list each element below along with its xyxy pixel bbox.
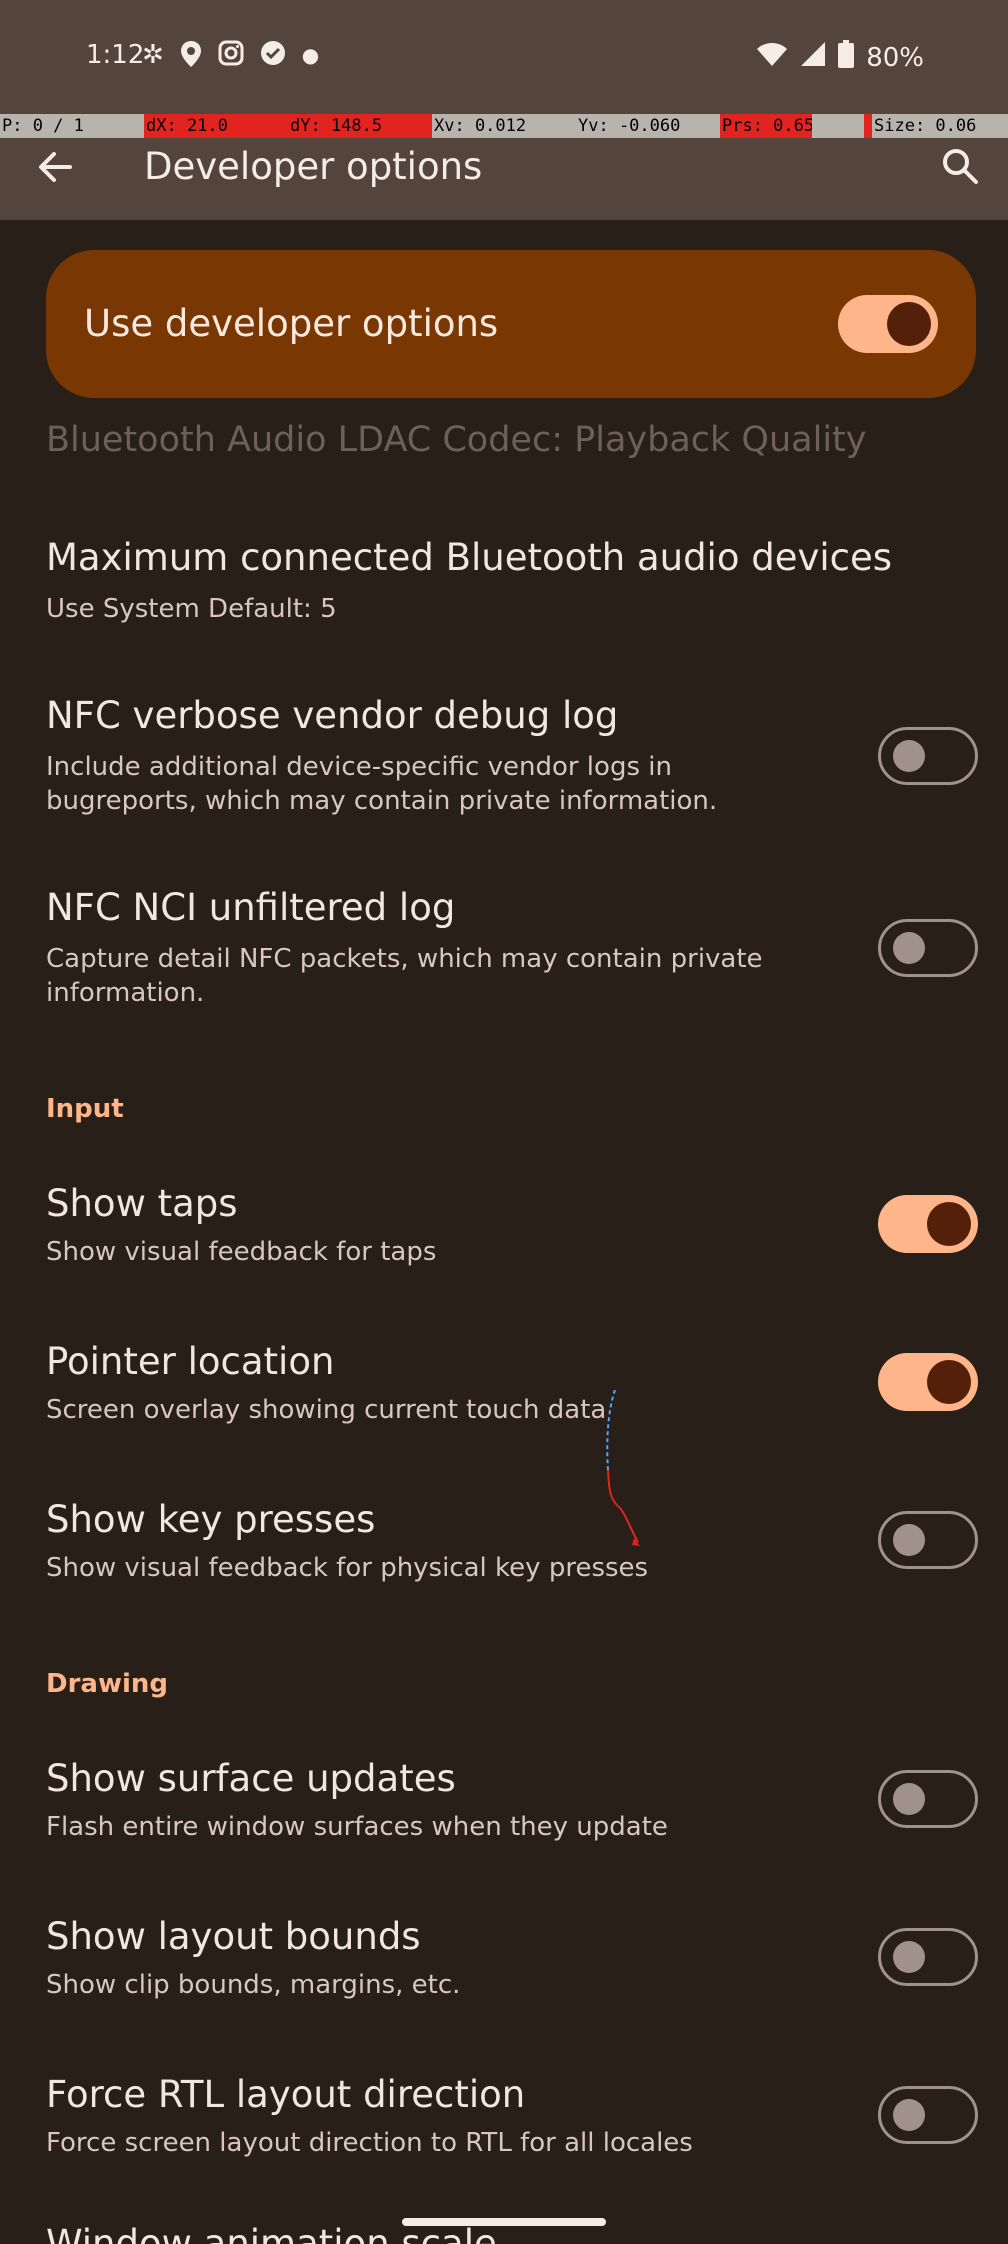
pointer-pressure-rest [812, 114, 864, 138]
show-taps-subtitle: Show visual feedback for taps [46, 1237, 437, 1267]
pointer-dy: dY: 148.5 [288, 114, 432, 138]
toggle-knob [927, 1360, 971, 1404]
show-surface-updates-toggle[interactable] [878, 1770, 978, 1828]
nfc-verbose-log-subtitle: Include additional device-specific vendo… [46, 752, 718, 816]
show-key-presses-subtitle: Show visual feedback for physical key pr… [46, 1553, 649, 1583]
search-icon [943, 149, 978, 184]
instagram-icon [218, 40, 244, 75]
pointer-location-subtitle: Screen overlay showing current touch dat… [46, 1395, 607, 1425]
show-layout-bounds-title[interactable]: Show layout bounds [46, 1915, 421, 1958]
pointer-trace [606, 1390, 640, 1546]
toggle-knob [893, 1783, 925, 1815]
nfc-nci-log-title[interactable]: NFC NCI unfiltered log [46, 886, 455, 929]
section-input: Input [46, 1094, 124, 1124]
pointer-location-toggle[interactable] [878, 1353, 978, 1411]
show-taps-toggle[interactable] [878, 1195, 978, 1253]
check-circle-icon [260, 40, 286, 75]
show-taps-title[interactable]: Show taps [46, 1182, 238, 1225]
force-rtl-title[interactable]: Force RTL layout direction [46, 2073, 525, 2116]
search-button[interactable] [934, 140, 988, 194]
dot-icon: ● [301, 43, 320, 67]
signal-icon [800, 41, 826, 74]
max-bt-devices-title[interactable]: Maximum connected Bluetooth audio device… [46, 536, 892, 579]
show-key-presses-title[interactable]: Show key presses [46, 1498, 375, 1541]
status-time: 1:12 [86, 40, 145, 70]
show-layout-bounds-toggle[interactable] [878, 1928, 978, 1986]
toggle-knob [893, 1524, 925, 1556]
pointer-yv: Yv: -0.060 [576, 114, 720, 138]
show-key-presses-toggle[interactable] [878, 1511, 978, 1569]
pointer-size: Size: 0.06 [864, 114, 1008, 138]
pointer-count: P: 0 / 1 [0, 114, 144, 138]
master-toggle[interactable] [838, 295, 938, 353]
section-drawing: Drawing [46, 1669, 169, 1699]
toggle-knob [893, 2099, 925, 2131]
pinwheel-icon: ✲ [142, 40, 164, 70]
gesture-nav-handle[interactable] [402, 2218, 606, 2226]
toggle-knob [927, 1202, 971, 1246]
page-title: Developer options [144, 145, 483, 188]
wifi-icon [756, 41, 788, 74]
system-icons: 80% [756, 40, 924, 75]
location-icon [180, 40, 202, 75]
back-arrow-icon [39, 152, 72, 182]
battery-percent: 80% [866, 42, 924, 73]
force-rtl-toggle[interactable] [878, 2086, 978, 2144]
show-layout-bounds-subtitle: Show clip bounds, margins, etc. [46, 1970, 461, 2000]
toggle-knob [887, 302, 931, 346]
pointer-pressure: Prs: 0.65 [720, 114, 812, 138]
max-bt-devices-subtitle: Use System Default: 5 [46, 594, 337, 624]
notification-icons: ✲ ● [142, 40, 319, 75]
nfc-verbose-log-toggle[interactable] [878, 727, 978, 785]
pointer-location-overlay: P: 0 / 1 dX: 21.0 dY: 148.5 Xv: 0.012 Yv… [0, 114, 1008, 138]
toggle-knob [893, 932, 925, 964]
status-bar: 1:12 ✲ ● 80% [0, 0, 1008, 112]
pointer-dx: dX: 21.0 [144, 114, 288, 138]
toggle-knob [893, 1941, 925, 1973]
nfc-nci-log-toggle[interactable] [878, 919, 978, 977]
nfc-verbose-log-title[interactable]: NFC verbose vendor debug log [46, 694, 618, 737]
pointer-xv: Xv: 0.012 [432, 114, 576, 138]
toggle-knob [893, 740, 925, 772]
show-surface-updates-subtitle: Flash entire window surfaces when they u… [46, 1812, 668, 1842]
nfc-nci-log-subtitle: Capture detail NFC packets, which may co… [46, 944, 763, 1008]
pointer-location-title[interactable]: Pointer location [46, 1340, 334, 1383]
use-developer-options-switch[interactable]: Use developer options [46, 250, 976, 398]
force-rtl-subtitle: Force screen layout direction to RTL for… [46, 2128, 693, 2158]
battery-icon [838, 40, 855, 75]
master-switch-label: Use developer options [84, 302, 499, 345]
ldac-codec-item[interactable]: Bluetooth Audio LDAC Codec: Playback Qua… [46, 420, 866, 460]
show-surface-updates-title[interactable]: Show surface updates [46, 1757, 456, 1800]
back-button[interactable] [30, 142, 80, 192]
